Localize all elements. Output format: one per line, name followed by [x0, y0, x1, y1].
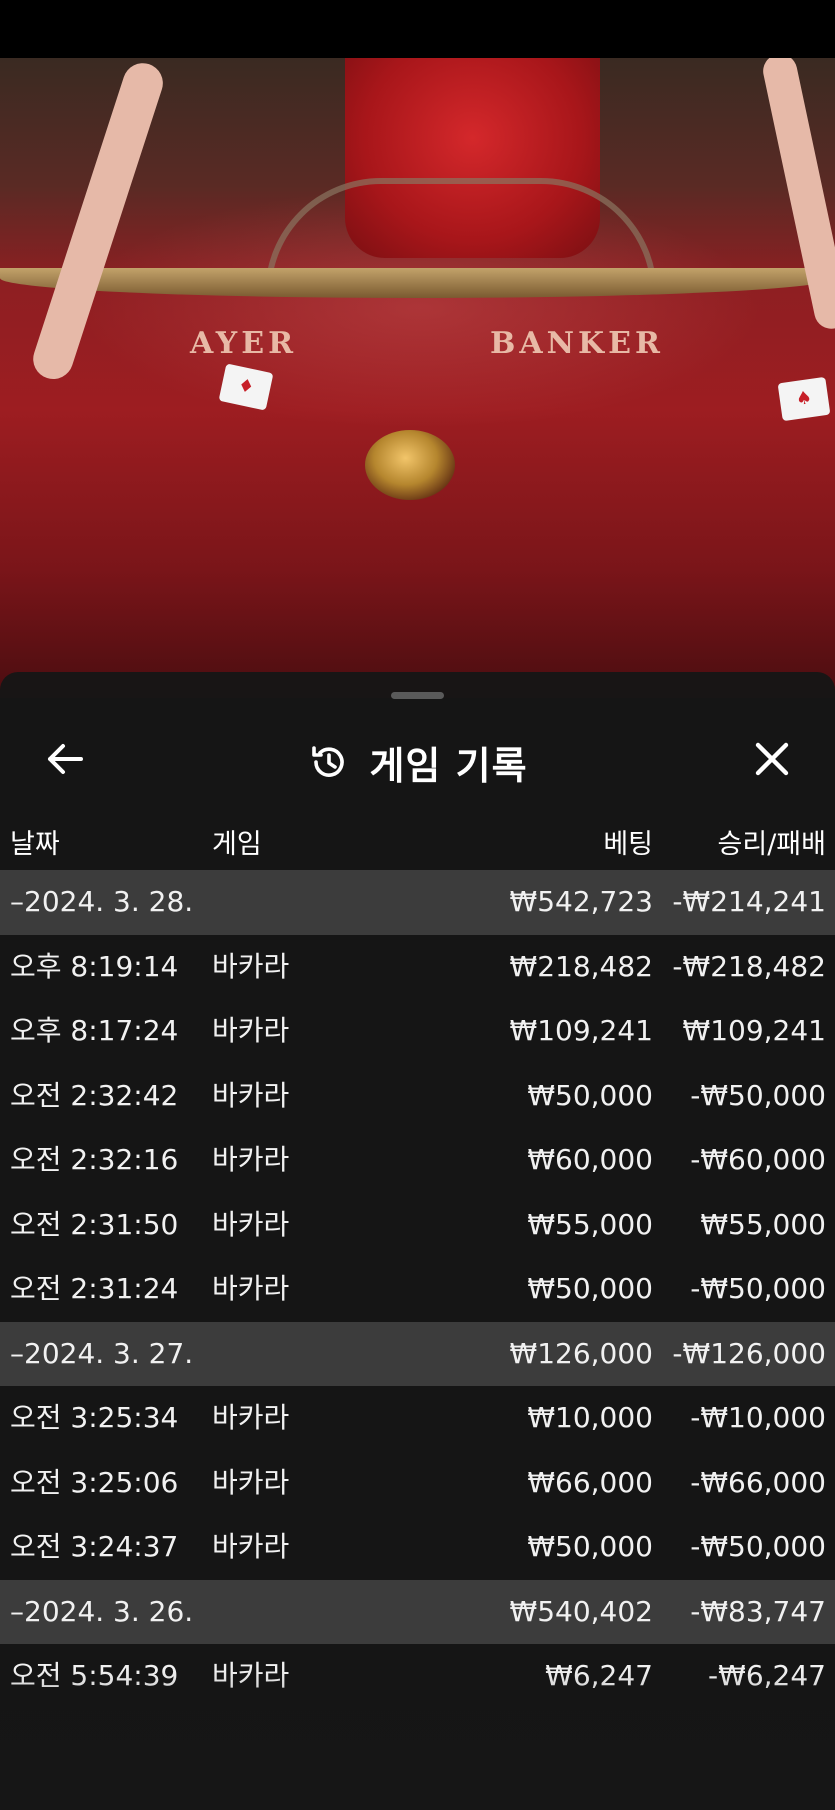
- table-rail: [0, 268, 835, 298]
- row-result: -₩218,482: [672, 949, 826, 983]
- row-result: -₩66,000: [690, 1465, 826, 1499]
- sheet-title: 게임 기록: [369, 743, 528, 788]
- row-game: 바카라: [212, 1659, 290, 1692]
- row-date: –2024. 3. 26.: [10, 1594, 194, 1628]
- history-row: 오전 3:24:37 바카라 ₩50,000 -₩50,000: [0, 1515, 835, 1580]
- row-bet: ₩55,000: [527, 1207, 653, 1241]
- row-date: 오후 8:17:24: [10, 1014, 179, 1047]
- row-date: 오전 3:24:37: [10, 1530, 179, 1563]
- row-date: –2024. 3. 28.: [10, 885, 194, 918]
- row-game: 바카라: [212, 949, 290, 983]
- history-row: 오전 3:25:34 바카라 ₩10,000 -₩10,000: [0, 1386, 835, 1451]
- row-result: -₩50,000: [690, 1272, 826, 1305]
- row-result: -₩60,000: [690, 1143, 826, 1176]
- row-game: 바카라: [212, 1143, 290, 1176]
- dealer-right-arm: [760, 58, 835, 332]
- row-date: 오전 3:25:06: [10, 1465, 179, 1499]
- history-list[interactable]: –2024. 3. 28. ₩542,723 -₩214,241 오후 8:19:14…: [0, 870, 835, 1709]
- row-result: -₩6,247: [708, 1659, 826, 1692]
- row-bet: ₩540,402: [509, 1594, 653, 1628]
- column-header-row: 날짜 게임 베팅 승리/패배: [0, 822, 835, 872]
- game-history-sheet: 게임 기록 날짜 게임 베팅 승리/패배 –2024. 3. 28. ₩542,7…: [0, 672, 835, 1810]
- date-group-row: –2024. 3. 27. ₩126,000 -₩126,000: [0, 1321, 835, 1386]
- column-result: 승리/패배: [717, 829, 826, 860]
- row-bet: ₩6,247: [545, 1659, 653, 1692]
- row-game: 바카라: [212, 1272, 290, 1305]
- row-game: 바카라: [212, 1401, 290, 1434]
- row-date: 오후 8:19:14: [10, 949, 179, 983]
- row-bet: ₩50,000: [527, 1272, 653, 1305]
- row-game: 바카라: [212, 1078, 290, 1112]
- row-bet: ₩66,000: [527, 1465, 653, 1499]
- row-date: 오전 2:32:16: [10, 1143, 179, 1176]
- row-bet: ₩542,723: [509, 885, 653, 918]
- row-date: 오전 3:25:34: [10, 1401, 179, 1434]
- arrow-left-icon: [45, 742, 85, 780]
- banker-table-label: BANKER: [490, 326, 664, 361]
- history-row: 오전 2:31:24 바카라 ₩50,000 -₩50,000: [0, 1257, 835, 1322]
- dealer-left-arm: [28, 58, 169, 385]
- card-shoe-button: [365, 430, 455, 500]
- row-bet: ₩60,000: [527, 1143, 653, 1176]
- playing-card: ♦: [218, 363, 274, 411]
- row-result: -₩126,000: [672, 1336, 826, 1370]
- back-button[interactable]: [38, 734, 92, 788]
- row-result: -₩214,241: [672, 885, 826, 918]
- status-bar: [0, 0, 835, 58]
- sheet-header: 게임 기록: [0, 712, 835, 812]
- row-date: 오전 2:31:24: [10, 1272, 179, 1305]
- column-date: 날짜: [10, 829, 60, 860]
- history-row: 오후 8:19:14 바카라 ₩218,482 -₩218,482: [0, 935, 835, 1000]
- history-row: 오후 8:17:24 바카라 ₩109,241 ₩109,241: [0, 999, 835, 1064]
- date-group-row: –2024. 3. 26. ₩540,402 -₩83,747: [0, 1579, 835, 1644]
- player-table-label: AYER: [190, 326, 297, 361]
- row-result: -₩10,000: [690, 1401, 826, 1434]
- history-row: 오전 2:32:16 바카라 ₩60,000 -₩60,000: [0, 1128, 835, 1193]
- history-row: 오전 5:54:39 바카라 ₩6,247 -₩6,247: [0, 1644, 835, 1709]
- column-game: 게임: [212, 829, 262, 860]
- history-row: 오전 3:25:06 바카라 ₩66,000 -₩66,000: [0, 1451, 835, 1516]
- row-bet: ₩126,000: [509, 1336, 653, 1370]
- row-result: ₩109,241: [682, 1014, 826, 1047]
- row-bet: ₩218,482: [509, 949, 653, 983]
- row-bet: ₩50,000: [527, 1078, 653, 1112]
- history-row: 오전 2:31:50 바카라 ₩55,000 ₩55,000: [0, 1193, 835, 1258]
- row-bet: ₩109,241: [509, 1014, 653, 1047]
- row-date: –2024. 3. 27.: [10, 1336, 194, 1370]
- row-result: -₩50,000: [690, 1078, 826, 1112]
- row-bet: ₩10,000: [527, 1401, 653, 1434]
- history-row: 오전 2:32:42 바카라 ₩50,000 -₩50,000: [0, 1064, 835, 1129]
- live-video-feed: AYER BANKER ♦ ♠: [0, 58, 835, 698]
- row-bet: ₩50,000: [527, 1530, 653, 1563]
- row-game: 바카라: [212, 1465, 290, 1499]
- row-game: 바카라: [212, 1014, 290, 1047]
- row-result: -₩83,747: [690, 1594, 826, 1628]
- date-group-row: –2024. 3. 28. ₩542,723 -₩214,241: [0, 870, 835, 935]
- row-date: 오전 2:31:50: [10, 1207, 179, 1241]
- sheet-grabber[interactable]: [391, 692, 444, 699]
- row-result: -₩50,000: [690, 1530, 826, 1563]
- row-date: 오전 2:32:42: [10, 1078, 179, 1112]
- row-game: 바카라: [212, 1207, 290, 1241]
- close-button[interactable]: [745, 734, 799, 788]
- column-bet: 베팅: [603, 829, 653, 860]
- close-icon: [754, 741, 790, 781]
- row-result: ₩55,000: [700, 1207, 826, 1241]
- row-game: 바카라: [212, 1530, 290, 1563]
- row-date: 오전 5:54:39: [10, 1659, 179, 1692]
- playing-card: ♠: [777, 376, 831, 422]
- history-icon: [307, 740, 351, 784]
